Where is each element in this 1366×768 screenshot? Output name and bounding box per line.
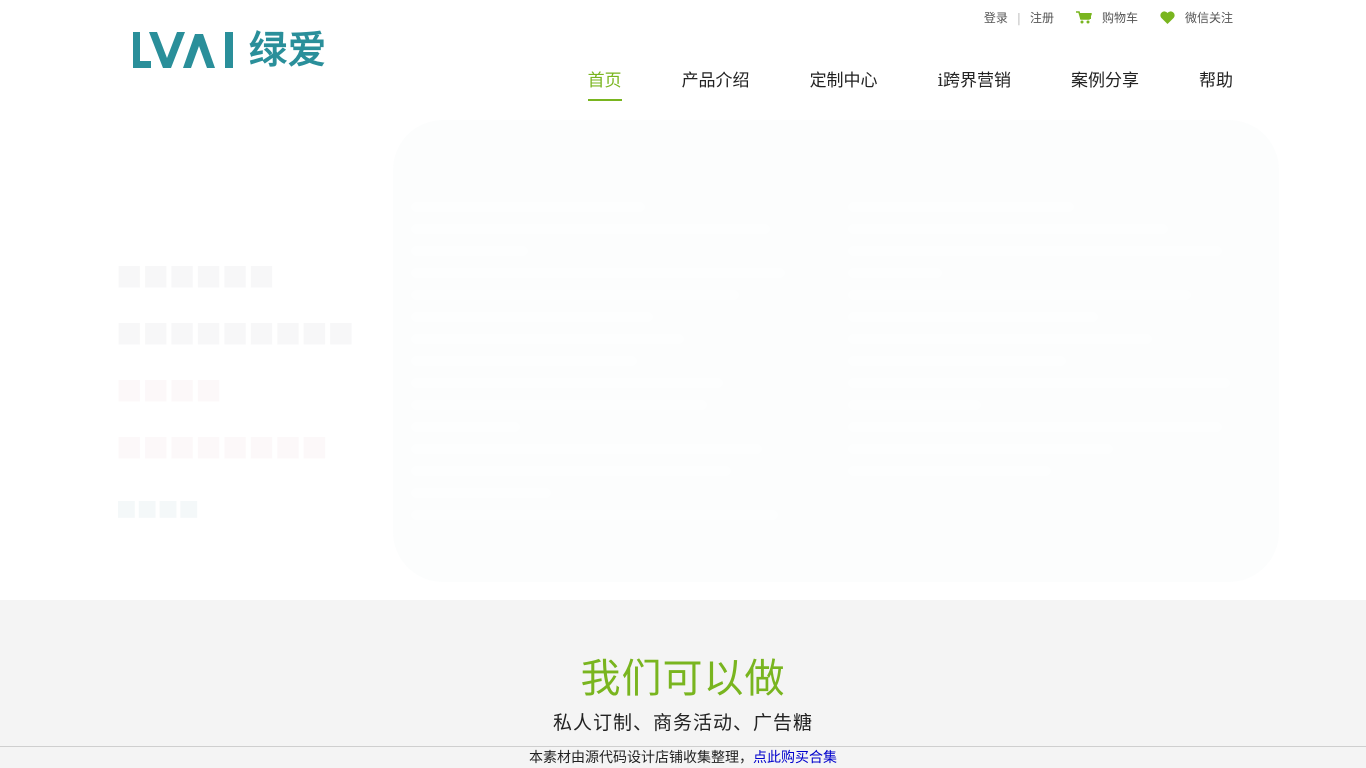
hero-banner[interactable]: ■■■■■■ ■■■■■■■■■ ■■■■ ■■■■■■■■ ■■■■	[0, 120, 1366, 600]
banner-faded-line: ■■■■■■■■■	[116, 315, 355, 348]
wechat-follow-link[interactable]: 微信关注	[1160, 9, 1233, 26]
section-title: 我们可以做	[580, 656, 786, 702]
nav-item-custom-center[interactable]: 定制中心	[810, 66, 878, 101]
top-utility-bar: 登录 | 注册 购物车 微信关注	[984, 9, 1233, 26]
banner-card-column	[848, 202, 1238, 488]
divider: |	[1016, 10, 1021, 25]
banner-faded-line: ■■■■■■	[116, 258, 275, 291]
buy-collection-link[interactable]: 点此购买合集	[753, 750, 837, 766]
login-link[interactable]: 登录	[984, 9, 1008, 26]
banner-card-column	[411, 202, 801, 532]
main-nav: 首页 产品介绍 定制中心 i跨界营销 案例分享 帮助	[528, 66, 1233, 101]
nav-item-crossover-marketing[interactable]: i跨界营销	[938, 66, 1011, 101]
logo-chinese-text: 绿爱	[249, 28, 328, 72]
section-subtitle: 私人订制、商务活动、广告糖	[552, 712, 813, 734]
nav-item-home[interactable]: 首页	[587, 66, 622, 101]
cart-icon	[1075, 11, 1092, 24]
source-notice-bar: 本素材由源代码设计店铺收集整理，点此购买合集	[0, 746, 1366, 768]
wechat-label: 微信关注	[1184, 11, 1233, 25]
lvai-logo-mark	[133, 32, 233, 68]
nav-item-products[interactable]: 产品介绍	[682, 66, 750, 101]
register-link[interactable]: 注册	[1030, 9, 1054, 26]
banner-faded-line: ■■■■■■■■	[116, 429, 328, 462]
heart-icon	[1160, 11, 1175, 24]
nav-item-cases[interactable]: 案例分享	[1071, 66, 1139, 101]
banner-faded-copy: ■■■■■■ ■■■■■■■■■ ■■■■ ■■■■■■■■ ■■■■	[116, 258, 354, 521]
brand-logo[interactable]: 绿爱	[133, 30, 327, 70]
cart-label: 购物车	[1101, 11, 1138, 25]
banner-faded-logo: ■■■■	[116, 496, 200, 521]
services-section: 我们可以做 私人订制、商务活动、广告糖	[0, 600, 1366, 768]
nav-item-help[interactable]: 帮助	[1199, 66, 1233, 101]
cart-link[interactable]: 购物车	[1075, 9, 1138, 26]
banner-faded-line: ■■■■	[116, 372, 222, 405]
notice-text: 本素材由源代码设计店铺收集整理，	[529, 750, 753, 766]
site-header: 绿爱 登录 | 注册 购物车 微信关注 首页 产品介绍 定制中心 i跨界营销 案…	[0, 0, 1366, 120]
banner-faded-card	[393, 120, 1279, 582]
